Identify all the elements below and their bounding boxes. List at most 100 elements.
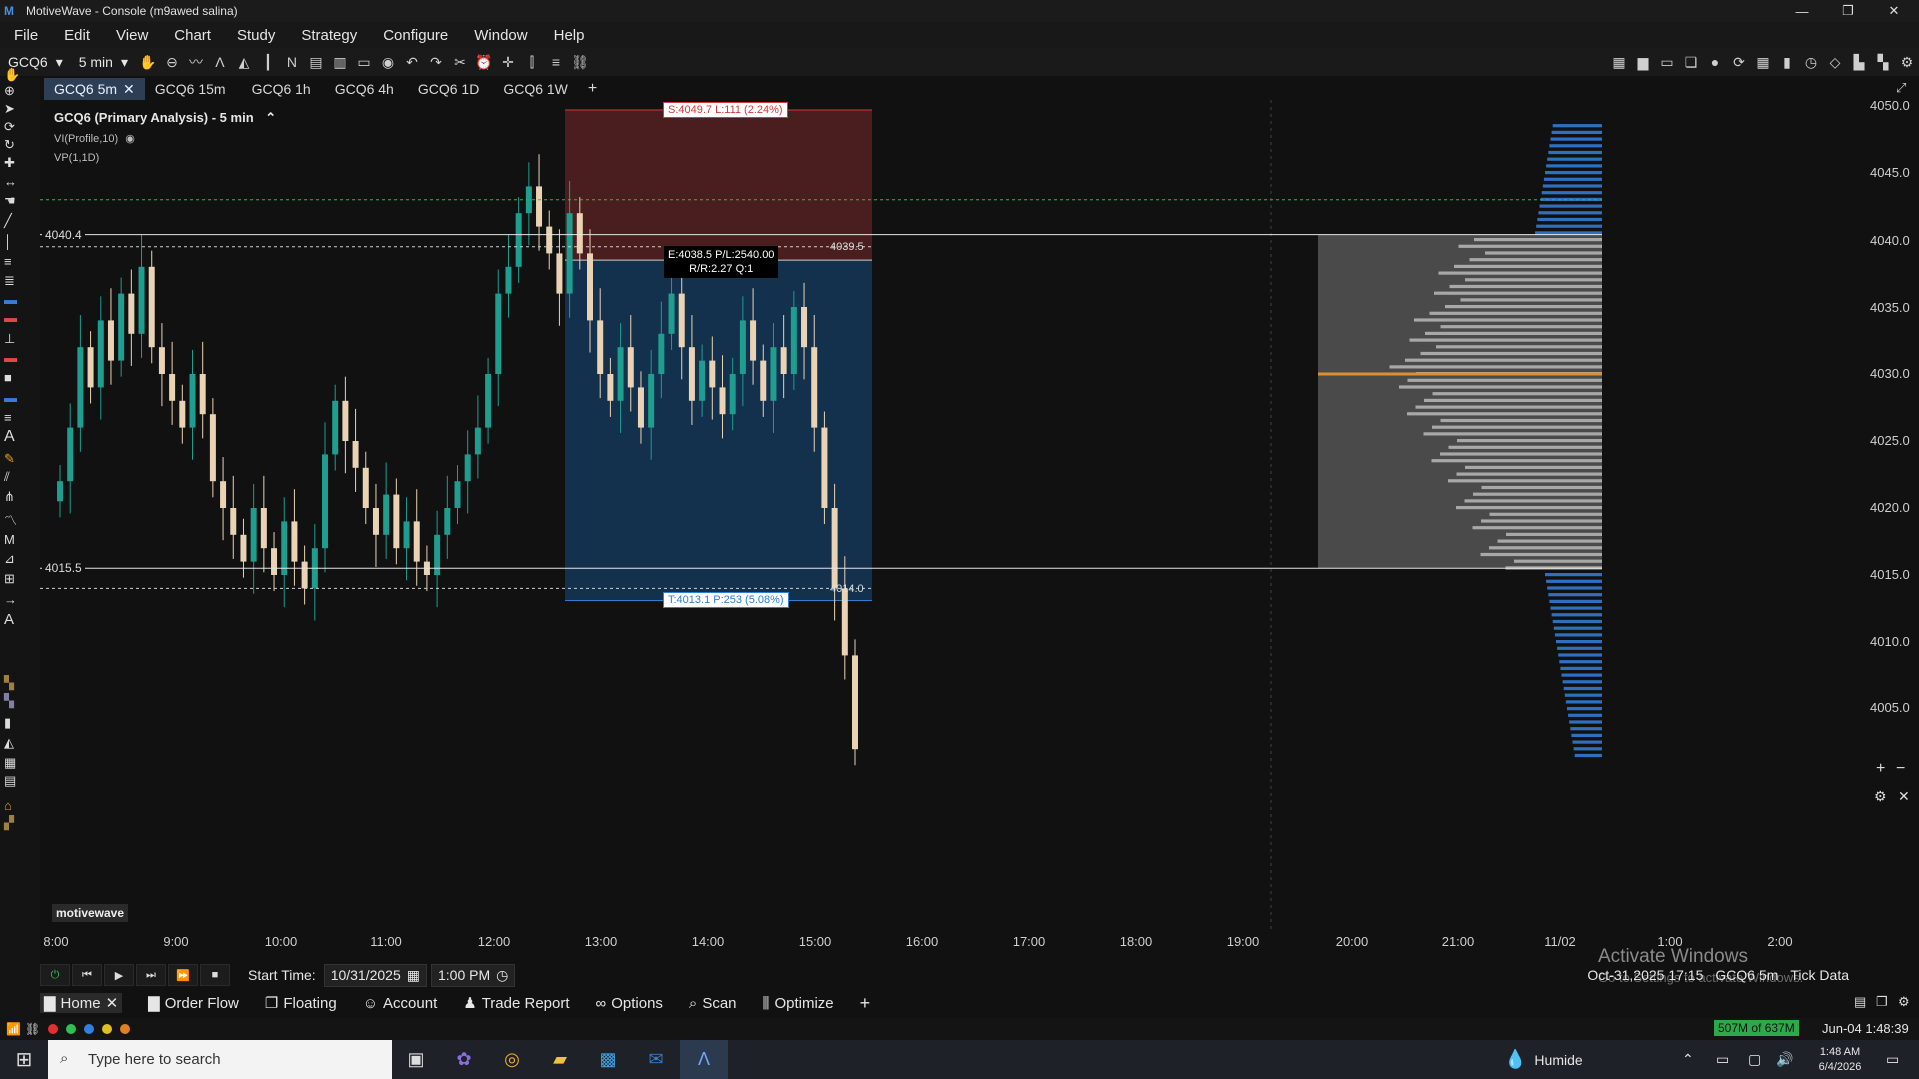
file-explorer-icon[interactable]: ▰ xyxy=(536,1040,584,1079)
outlook-icon[interactable]: ✉ xyxy=(632,1040,680,1079)
tab-order-flow[interactable]: ▇ Order Flow xyxy=(148,994,239,1013)
play-icon[interactable]: ▶ xyxy=(104,964,134,986)
chevron-up-icon[interactable]: ⌃ xyxy=(265,110,276,125)
tab-options[interactable]: ∞ Options xyxy=(596,995,663,1012)
camera-icon[interactable]: ◉ xyxy=(376,50,400,74)
expand-chart-icon[interactable]: ⤢ xyxy=(1896,80,1906,96)
menu-edit[interactable]: Edit xyxy=(64,27,90,44)
price-chart[interactable]: GCQ6 (Primary Analysis) - 5 min ⌃ VI(Pro… xyxy=(40,100,1610,930)
fib-icon[interactable]: ≡ xyxy=(4,252,32,270)
layout-icon[interactable]: ▦ xyxy=(1607,50,1631,74)
line-chart-icon[interactable]: 〰 xyxy=(184,50,208,74)
start-time-field[interactable]: 1:00 PM ◷ xyxy=(431,963,516,987)
table-icon[interactable]: ▦ xyxy=(1751,50,1775,74)
layers-icon[interactable]: ▚ xyxy=(4,674,32,692)
clock-icon[interactable]: ◷ xyxy=(1799,50,1823,74)
tab-floating[interactable]: ❐ Floating xyxy=(265,994,337,1013)
chart-title[interactable]: GCQ6 (Primary Analysis) - 5 min ⌃ xyxy=(54,110,276,126)
interval-selector[interactable]: 5 min ▾ xyxy=(71,54,136,71)
menu-study[interactable]: Study xyxy=(237,27,275,44)
windows-stack-icon[interactable]: ❐ xyxy=(1876,994,1888,1010)
tab-gcq6-1w[interactable]: GCQ6 1W xyxy=(493,78,578,100)
zoom-in-icon[interactable]: + xyxy=(1876,760,1885,778)
step-forward-icon[interactable]: ⏭ xyxy=(136,964,166,986)
panel-icon[interactable]: ▤ xyxy=(1854,994,1866,1010)
document-icon[interactable]: ▤ xyxy=(4,772,32,790)
menu-view[interactable]: View xyxy=(116,27,148,44)
bar-chart-icon[interactable]: ▆ xyxy=(1631,50,1655,74)
copilot-icon[interactable]: ✿ xyxy=(440,1040,488,1079)
blocks-icon[interactable]: ▞ xyxy=(4,814,32,832)
menu-configure[interactable]: Configure xyxy=(383,27,448,44)
channel-icon[interactable]: ⫽ xyxy=(4,468,32,486)
tab-scan[interactable]: ⌕ Scan xyxy=(689,995,737,1012)
tab-gcq6-4h[interactable]: GCQ6 4h xyxy=(325,78,404,100)
pan-hand-icon[interactable]: ✋ xyxy=(136,50,160,74)
histogram-icon[interactable]: ▮ xyxy=(4,714,32,732)
power-icon[interactable]: ⏻ xyxy=(40,964,70,986)
link-icon[interactable]: ⛓ xyxy=(568,50,592,74)
tab-optimize[interactable]: ⫼ Optimize xyxy=(763,995,834,1012)
trend-line-icon[interactable]: ╱ xyxy=(4,212,32,230)
n-pattern-icon[interactable]: N xyxy=(280,50,304,74)
minimize-icon[interactable]: — xyxy=(1779,0,1825,22)
undo-icon[interactable]: ↶ xyxy=(400,50,424,74)
tab-gcq6-15m[interactable]: GCQ6 15m xyxy=(145,78,236,100)
area-chart-icon[interactable]: ◭ xyxy=(232,50,256,74)
bubbles-icon[interactable]: ● xyxy=(1703,50,1727,74)
list-icon[interactable]: ≡ xyxy=(544,50,568,74)
book-icon[interactable]: ▮ xyxy=(1775,50,1799,74)
memory-usage[interactable]: 507M of 637M xyxy=(1714,1020,1799,1036)
entry-label[interactable]: E:4038.5 P/L:2540.00 R/R:2.27 Q:1 xyxy=(664,246,779,278)
close-chart-icon[interactable]: ✕ xyxy=(1898,788,1910,805)
layers-2-icon[interactable]: ▚ xyxy=(4,692,32,710)
menu-window[interactable]: Window xyxy=(474,27,527,44)
grid-icon[interactable]: ▦ xyxy=(4,754,32,772)
zoom-out-axis-icon[interactable]: − xyxy=(1896,760,1905,778)
wave-tool-icon[interactable]: M xyxy=(4,530,32,548)
area-icon[interactable]: ◭ xyxy=(4,734,32,752)
close-icon[interactable]: ✕ xyxy=(1871,0,1917,22)
pitchfork-icon[interactable]: ⋔ xyxy=(4,488,32,506)
rewind-icon[interactable]: ⏮ xyxy=(72,964,102,986)
start-date-field[interactable]: 10/31/2025 ▦ xyxy=(323,963,427,987)
hand-point-icon[interactable]: ☚ xyxy=(4,192,32,210)
store-icon[interactable]: ▩ xyxy=(584,1040,632,1079)
open-folder-icon[interactable]: ▭ xyxy=(352,50,376,74)
add-tool-icon[interactable]: ✚ xyxy=(4,154,32,172)
chrome-icon[interactable]: ◎ xyxy=(488,1040,536,1079)
target-label[interactable]: T:4013.1 P:253 (5.08%) xyxy=(663,592,789,608)
restore-icon[interactable]: ❐ xyxy=(1825,0,1871,22)
menu-chart[interactable]: Chart xyxy=(174,27,211,44)
gann-icon[interactable]: ⊿ xyxy=(4,550,32,568)
sync-icon[interactable]: ⟳ xyxy=(1727,50,1751,74)
taskbar-clock[interactable]: 1:48 AM 6/4/2026 xyxy=(1810,1040,1870,1079)
price-axis[interactable]: 4050.0 4045.0 4040.0 4035.0 4030.0 4025.… xyxy=(1862,98,1919,940)
tools-icon[interactable]: ✂ xyxy=(448,50,472,74)
arrow-tool-icon[interactable]: → xyxy=(4,590,32,608)
menu-strategy[interactable]: Strategy xyxy=(301,27,357,44)
refresh-tool-icon[interactable]: ⟳ xyxy=(4,118,32,136)
volume-icon[interactable]: 🔊 xyxy=(1776,1040,1793,1079)
tab-gcq6-1h[interactable]: GCQ6 1h xyxy=(242,78,321,100)
windows-start-icon[interactable]: ⊞ xyxy=(0,1040,48,1079)
stop-icon[interactable]: ■ xyxy=(200,964,230,986)
crosshair-icon[interactable]: ✛ xyxy=(496,50,520,74)
bank-icon[interactable]: ⌂ xyxy=(4,796,32,814)
measure-icon[interactable]: ⫿ xyxy=(520,50,544,74)
tab-trade-report[interactable]: ♟ Trade Report xyxy=(463,994,569,1013)
task-view-icon[interactable]: ▣ xyxy=(392,1040,440,1079)
taskbar-search-box[interactable]: ⌕ Type here to search xyxy=(48,1040,392,1079)
chart-canvas[interactable] xyxy=(40,100,1610,930)
polyline-icon[interactable]: 〽 xyxy=(4,510,32,528)
network-icon[interactable]: ▢ xyxy=(1748,1040,1761,1079)
bar-type-icon[interactable]: ┃ xyxy=(256,50,280,74)
hidden-eye-icon[interactable]: ◉ xyxy=(125,133,135,145)
short-position-icon[interactable]: ▬ xyxy=(4,308,32,326)
tab-account[interactable]: ☺ Account xyxy=(363,995,438,1012)
level-tool-icon[interactable]: ⊥ xyxy=(4,330,32,348)
list-tool-icon[interactable]: ≡ xyxy=(4,408,32,426)
calendar-icon[interactable]: ▦ xyxy=(407,967,420,984)
long-position-icon[interactable]: ▬ xyxy=(4,290,32,308)
menu-file[interactable]: File xyxy=(14,27,38,44)
